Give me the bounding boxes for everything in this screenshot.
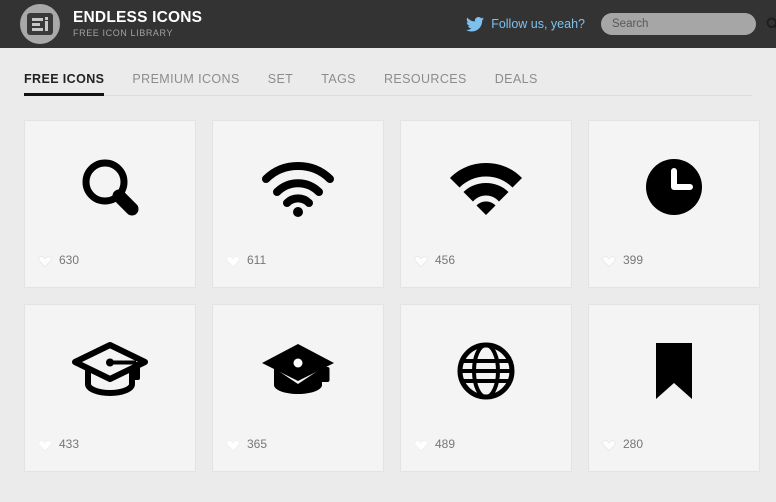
endless-icons-logo-icon <box>20 4 60 44</box>
heart-icon[interactable] <box>602 438 616 451</box>
icon-preview <box>25 121 195 253</box>
icon-preview <box>213 305 383 437</box>
icon-preview <box>213 121 383 253</box>
icon-preview <box>401 121 571 253</box>
heart-icon[interactable] <box>414 438 428 451</box>
nav-item-tags[interactable]: TAGS <box>321 72 356 95</box>
icon-card[interactable]: 280 <box>588 304 760 472</box>
primary-nav: FREE ICONS PREMIUM ICONS SET TAGS RESOUR… <box>24 48 752 96</box>
icon-card-meta: 399 <box>589 253 759 267</box>
brand-title: ENDLESS ICONS <box>73 9 203 27</box>
icon-grid: 630 611 456 399 433 365 489 280 <box>0 96 776 472</box>
magnifier-icon <box>82 159 139 216</box>
heart-icon[interactable] <box>602 254 616 267</box>
like-count: 489 <box>435 437 456 451</box>
site-header: ENDLESS ICONS FREE ICON LIBRARY Follow u… <box>0 0 776 48</box>
nav-item-deals[interactable]: DEALS <box>495 72 538 95</box>
brand-logo-group[interactable]: ENDLESS ICONS FREE ICON LIBRARY <box>20 4 202 44</box>
heart-icon[interactable] <box>38 254 52 267</box>
nav-item-resources[interactable]: RESOURCES <box>384 72 467 95</box>
nav-item-premium-icons[interactable]: PREMIUM ICONS <box>132 72 239 95</box>
heart-icon[interactable] <box>226 438 240 451</box>
icon-card[interactable]: 433 <box>24 304 196 472</box>
icon-preview <box>25 305 195 437</box>
icon-card[interactable]: 456 <box>400 120 572 288</box>
like-count: 611 <box>247 253 267 267</box>
icon-preview <box>401 305 571 437</box>
graduation-cap-outline-icon <box>72 342 148 396</box>
nav-item-set[interactable]: SET <box>268 72 294 95</box>
brand-subtitle: FREE ICON LIBRARY <box>73 27 174 38</box>
icon-card-meta: 611 <box>213 253 383 267</box>
icon-card-meta: 365 <box>213 437 383 451</box>
like-count: 280 <box>623 437 644 451</box>
icon-card[interactable]: 365 <box>212 304 384 472</box>
icon-preview <box>589 121 759 253</box>
header-right-group: Follow us, yeah? <box>466 13 776 35</box>
twitter-follow-label: Follow us, yeah? <box>491 17 585 31</box>
heart-icon[interactable] <box>226 254 240 267</box>
like-count: 433 <box>59 437 80 451</box>
search-button[interactable] <box>766 17 776 31</box>
primary-nav-wrapper: FREE ICONS PREMIUM ICONS SET TAGS RESOUR… <box>0 48 776 96</box>
twitter-follow-link[interactable]: Follow us, yeah? <box>466 16 585 32</box>
icon-card-meta: 489 <box>401 437 571 451</box>
like-count: 630 <box>59 253 80 267</box>
icon-card-meta: 630 <box>25 253 195 267</box>
icon-card[interactable]: 489 <box>400 304 572 472</box>
wifi-filled-icon <box>450 163 522 215</box>
wifi-outline-icon <box>262 161 334 217</box>
heart-icon[interactable] <box>414 254 428 267</box>
icon-card[interactable]: 611 <box>212 120 384 288</box>
icon-card-meta: 280 <box>589 437 759 451</box>
like-count: 399 <box>623 253 644 267</box>
search-icon <box>766 17 776 29</box>
icon-card-meta: 456 <box>401 253 571 267</box>
clock-filled-icon <box>646 159 702 215</box>
nav-item-free-icons[interactable]: FREE ICONS <box>24 72 105 96</box>
icon-card[interactable]: 630 <box>24 120 196 288</box>
icon-card-meta: 433 <box>25 437 195 451</box>
graduation-cap-filled-icon <box>262 344 334 394</box>
icon-card[interactable]: 399 <box>588 120 760 288</box>
twitter-bird-icon <box>466 16 485 32</box>
search-box[interactable] <box>601 13 776 35</box>
bookmark-filled-icon <box>656 343 692 399</box>
search-input[interactable] <box>612 18 766 30</box>
like-count: 456 <box>435 253 456 267</box>
like-count: 365 <box>247 437 268 451</box>
heart-icon[interactable] <box>38 438 52 451</box>
globe-icon <box>457 342 515 400</box>
icon-preview <box>589 305 759 437</box>
